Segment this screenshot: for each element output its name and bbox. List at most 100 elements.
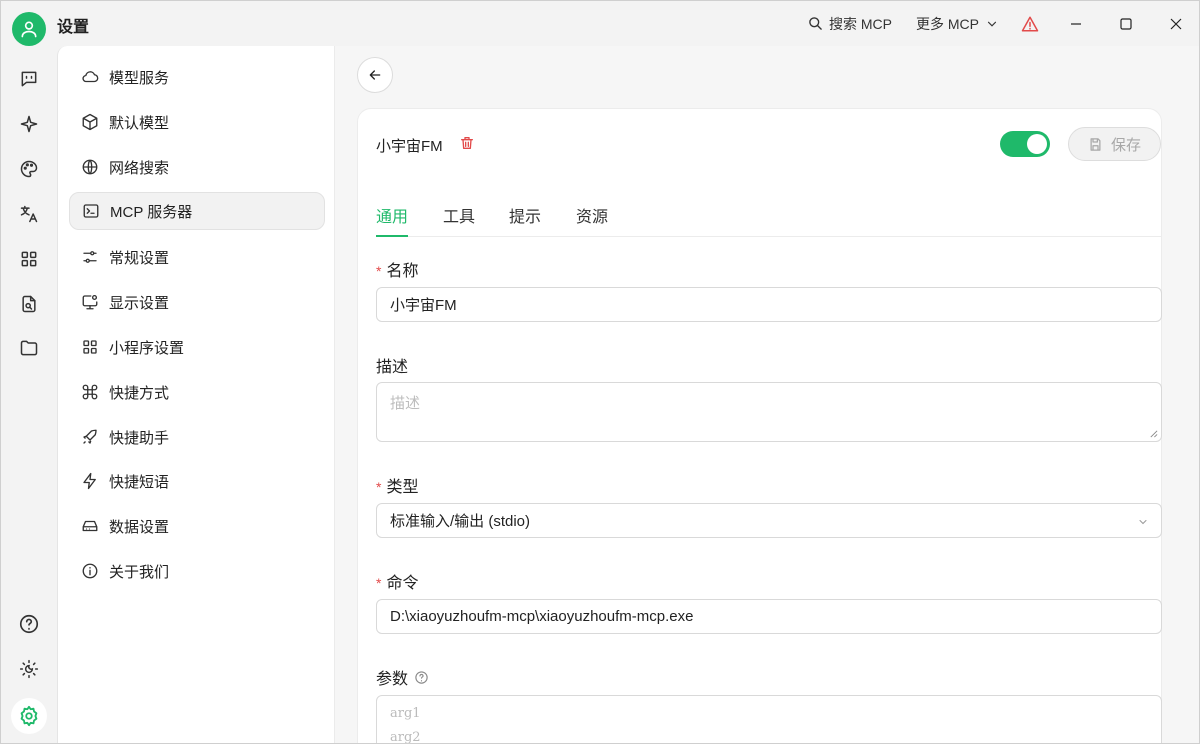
rocket-icon [83,429,97,444]
menu-item-general-settings[interactable]: 常规设置 [69,238,325,276]
lightning-icon [83,472,96,490]
command-label-text: 命令 [386,575,419,592]
description-label: 描述 [376,359,409,376]
rail-sparkle-button[interactable] [17,112,41,136]
menu-item-label: 小程序设置 [109,339,185,357]
command-field[interactable]: D:\xiaoyuzhoufm-mcp\xiaoyuzhoufm-mcp.exe [376,599,1162,634]
rail-theme-button[interactable] [17,657,41,681]
rail-palette-button[interactable] [17,157,41,181]
trash-icon [461,137,473,149]
warning-button[interactable] [1009,1,1051,46]
menu-item-label: 网络搜索 [109,159,170,177]
server-detail-card: 小宇宙FM 保存 通用 工具 提示 资源 * 名称 小宇宙FM 描述 描述 * … [357,108,1162,743]
file-search-icon [22,295,36,313]
rail-translate-button[interactable] [17,202,41,226]
folder-icon [20,340,38,356]
resize-handle-icon[interactable] [1149,429,1158,438]
menu-item-miniapp-settings[interactable]: 小程序设置 [69,328,325,366]
menu-item-label: 数据设置 [109,518,170,536]
tab-bar: 通用 工具 提示 资源 [376,199,1162,237]
sparkle-icon [20,115,38,133]
server-enable-toggle[interactable] [1000,131,1050,157]
help-icon[interactable] [414,670,429,685]
tab-general[interactable]: 通用 [376,203,408,227]
monitor-gear-icon [82,294,98,310]
sliders-icon [83,251,97,263]
more-mcp-label: 更多 MCP [916,15,979,32]
maximize-icon [1120,17,1132,30]
menu-item-label: 快捷助手 [109,429,170,447]
menu-item-about[interactable]: 关于我们 [69,552,325,590]
type-select-value: 标准输入/输出 (stdio) [390,513,531,530]
rail-file-search-button[interactable] [17,292,41,316]
args-field[interactable]: arg1 arg2 [376,695,1162,743]
menu-item-label: 快捷方式 [109,384,170,402]
save-button[interactable]: 保存 [1068,127,1161,161]
menu-item-mcp-server[interactable]: MCP 服务器 [69,192,325,230]
save-label: 保存 [1110,136,1141,154]
command-icon [82,384,98,400]
gear-icon [20,705,38,727]
menu-item-web-search[interactable]: 网络搜索 [69,148,325,186]
terminal-icon [83,204,99,218]
name-label: * 名称 [376,257,418,281]
minimize-icon [1071,22,1081,25]
search-mcp-label: 搜索 MCP [829,15,892,32]
back-button[interactable] [357,57,393,93]
window-title: 设置 [57,19,90,36]
args-label-text: 参数 [376,671,409,688]
type-select[interactable]: 标准输入/输出 (stdio) [376,503,1162,538]
avatar[interactable] [12,12,46,46]
hard-drive-icon [82,520,98,532]
args-placeholder-line: arg1 [390,706,421,721]
tab-resources[interactable]: 资源 [576,203,608,227]
menu-item-label: 常规设置 [109,249,170,267]
args-label: 参数 [376,665,429,689]
menu-item-data-settings[interactable]: 数据设置 [69,507,325,545]
name-label-text: 名称 [386,263,419,280]
rail-chat-button[interactable] [17,67,41,91]
delete-server-button[interactable] [459,135,475,156]
rail-folder-button[interactable] [17,336,41,360]
rail-apps-button[interactable] [17,247,41,271]
cloud-icon [82,71,99,83]
menu-item-display-settings[interactable]: 显示设置 [69,283,325,321]
menu-item-shortcuts[interactable]: 快捷方式 [69,373,325,411]
description-field[interactable]: 描述 [376,382,1162,442]
info-icon [82,563,98,579]
rail-help-button[interactable] [17,612,41,636]
menu-item-quick-assistant[interactable]: 快捷助手 [69,418,325,456]
name-field[interactable]: 小宇宙FM [376,287,1162,322]
rail-settings-button[interactable] [11,698,47,734]
chat-icon [21,71,37,87]
title-bar: 设置 搜索 MCP 更多 MCP [1,1,1199,46]
menu-item-model-service[interactable]: 模型服务 [69,58,325,96]
tab-tools[interactable]: 工具 [443,203,475,227]
cube-icon [82,113,98,131]
menu-item-quick-phrases[interactable]: 快捷短语 [69,462,325,500]
required-mark: * [376,575,382,591]
command-field-value: D:\xiaoyuzhoufm-mcp\xiaoyuzhoufm-mcp.exe [390,608,694,625]
globe-icon [82,159,98,175]
required-mark: * [376,263,382,279]
minimize-button[interactable] [1051,1,1101,46]
name-field-value: 小宇宙FM [390,297,457,314]
close-icon [1170,18,1182,29]
close-button[interactable] [1151,1,1199,46]
maximize-button[interactable] [1101,1,1151,46]
menu-item-label: 默认模型 [109,114,170,132]
menu-item-label: 显示设置 [109,294,170,312]
tab-prompts[interactable]: 提示 [509,203,541,227]
menu-item-label: 关于我们 [109,563,170,581]
menu-item-default-model[interactable]: 默认模型 [69,103,325,141]
search-icon [809,17,822,30]
chevron-down-icon [987,21,997,27]
search-mcp-button[interactable]: 搜索 MCP [798,1,902,46]
menu-item-label: 模型服务 [109,69,170,87]
arrow-left-icon [369,70,381,80]
type-label: * 类型 [376,473,418,497]
app-window: 设置 搜索 MCP 更多 MCP 模型服务 默认模型 网络搜索 MCP 服务器 … [0,0,1200,744]
grid-icon [83,340,97,354]
chevron-down-icon [1139,520,1147,525]
more-mcp-dropdown[interactable]: 更多 MCP [906,1,1009,46]
